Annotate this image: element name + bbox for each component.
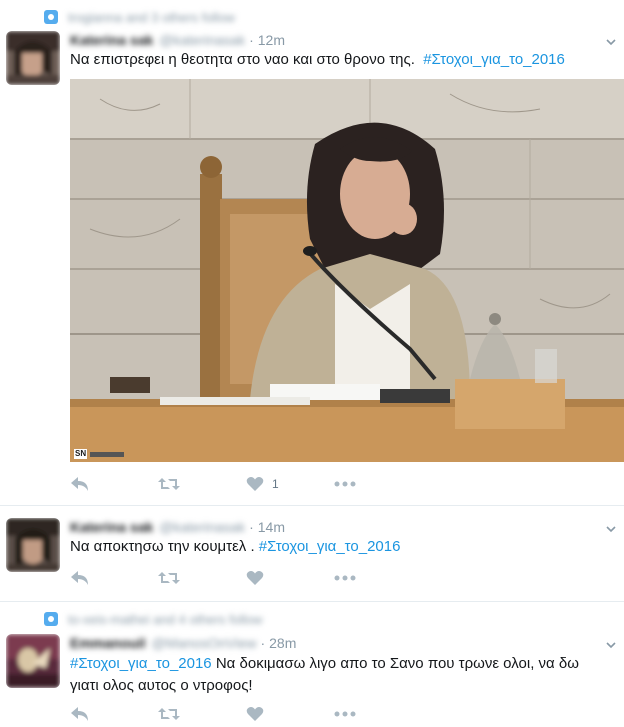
social-context: to-xeis-mathei and 4 others follow — [44, 611, 262, 627]
retweet-icon — [158, 478, 180, 490]
social-context: trogianna and 3 others follow — [44, 9, 235, 25]
tweet-text: #Στοχοι_για_το_2016 Να δοκιμασω λιγο απο… — [70, 653, 615, 697]
tweet-body: Να επιστρεφει η θεοτητα στο ναο και στο … — [70, 51, 415, 68]
tweet-text: Να επιστρεφει η θεοτητα στο ναο και στο … — [70, 49, 615, 71]
display-name[interactable]: Katerina sak — [70, 519, 153, 535]
photo-image — [70, 79, 624, 462]
tweet-actions — [70, 568, 374, 588]
tweet-photo[interactable]: SN — [70, 79, 624, 462]
timestamp[interactable]: 14m — [258, 519, 285, 535]
tweet-actions: 1 — [70, 474, 374, 494]
avatar[interactable] — [6, 31, 60, 85]
display-name[interactable]: Katerina sak — [70, 32, 153, 48]
tweet-header: Katerina sak @katerinasak · 12m — [70, 31, 285, 49]
hashtag-link[interactable]: #Στοχοι_για_το_2016 — [423, 51, 565, 68]
social-context-text: to-xeis-mathei and 4 others follow — [68, 611, 263, 627]
like-count: 1 — [272, 477, 279, 491]
follow-context-icon — [44, 10, 58, 24]
chevron-down-icon[interactable] — [606, 637, 616, 649]
retweet-icon — [158, 708, 180, 720]
hashtag-link[interactable]: #Στοχοι_για_το_2016 — [259, 538, 401, 555]
reply-button[interactable] — [70, 474, 158, 494]
heart-icon — [246, 571, 264, 585]
tweet-body-line2: γιατι ολος αυτος ο ντροφος! — [70, 677, 253, 694]
more-icon — [334, 481, 356, 487]
image-badge: SN — [74, 449, 130, 459]
more-icon — [334, 575, 356, 581]
user-handle[interactable]: @ManosOnView — [151, 635, 256, 651]
like-button[interactable]: 1 — [246, 474, 334, 494]
like-button[interactable] — [246, 568, 334, 588]
tweet-2[interactable]: Katerina sak @katerinasak · 14m Να αποκτ… — [0, 507, 624, 602]
like-button[interactable] — [246, 704, 334, 724]
image-badge-text: SN — [74, 449, 88, 459]
retweet-button[interactable] — [158, 568, 246, 588]
avatar[interactable] — [6, 518, 60, 572]
more-icon — [334, 711, 356, 717]
tweet-text: Να αποκτησω την κουμτελ . #Στοχοι_για_το… — [70, 536, 615, 558]
tweet-body: Να δοκιμασω λιγο απο το Σανο που τρωνε ο… — [215, 655, 579, 672]
timestamp[interactable]: 28m — [269, 635, 296, 651]
retweet-icon — [158, 572, 180, 584]
separator-dot: · — [260, 635, 266, 651]
tweet-1[interactable]: trogianna and 3 others follow Katerina s… — [0, 0, 624, 506]
hashtag-link[interactable]: #Στοχοι_για_το_2016 — [70, 655, 212, 672]
tweet-header: Emmanouil @ManosOnView · 28m — [70, 634, 296, 652]
reply-button[interactable] — [70, 704, 158, 724]
more-button[interactable] — [334, 568, 374, 588]
reply-button[interactable] — [70, 568, 158, 588]
more-button[interactable] — [334, 704, 374, 724]
separator-dot: · — [249, 32, 254, 48]
social-context-text: trogianna and 3 others follow — [68, 9, 235, 25]
reply-icon — [71, 707, 88, 721]
chevron-down-icon[interactable] — [606, 34, 616, 46]
heart-icon — [246, 707, 264, 721]
heart-icon — [246, 477, 264, 491]
separator-dot: · — [249, 519, 254, 535]
follow-context-icon — [44, 612, 58, 626]
user-handle[interactable]: @katerinasak — [159, 519, 245, 535]
retweet-button[interactable] — [158, 474, 246, 494]
retweet-button[interactable] — [158, 704, 246, 724]
tweet-header: Katerina sak @katerinasak · 14m — [70, 518, 285, 536]
timestamp[interactable]: 12m — [258, 32, 285, 48]
avatar[interactable] — [6, 634, 60, 688]
reply-icon — [71, 477, 88, 491]
reply-icon — [71, 571, 88, 585]
user-handle[interactable]: @katerinasak — [159, 32, 245, 48]
tweet-3[interactable]: to-xeis-mathei and 4 others follow Emman… — [0, 603, 624, 727]
more-button[interactable] — [334, 474, 374, 494]
tweet-body: Να αποκτησω την κουμτελ . — [70, 538, 255, 555]
tweet-actions — [70, 704, 374, 724]
chevron-down-icon[interactable] — [606, 521, 616, 533]
display-name[interactable]: Emmanouil — [70, 635, 145, 651]
